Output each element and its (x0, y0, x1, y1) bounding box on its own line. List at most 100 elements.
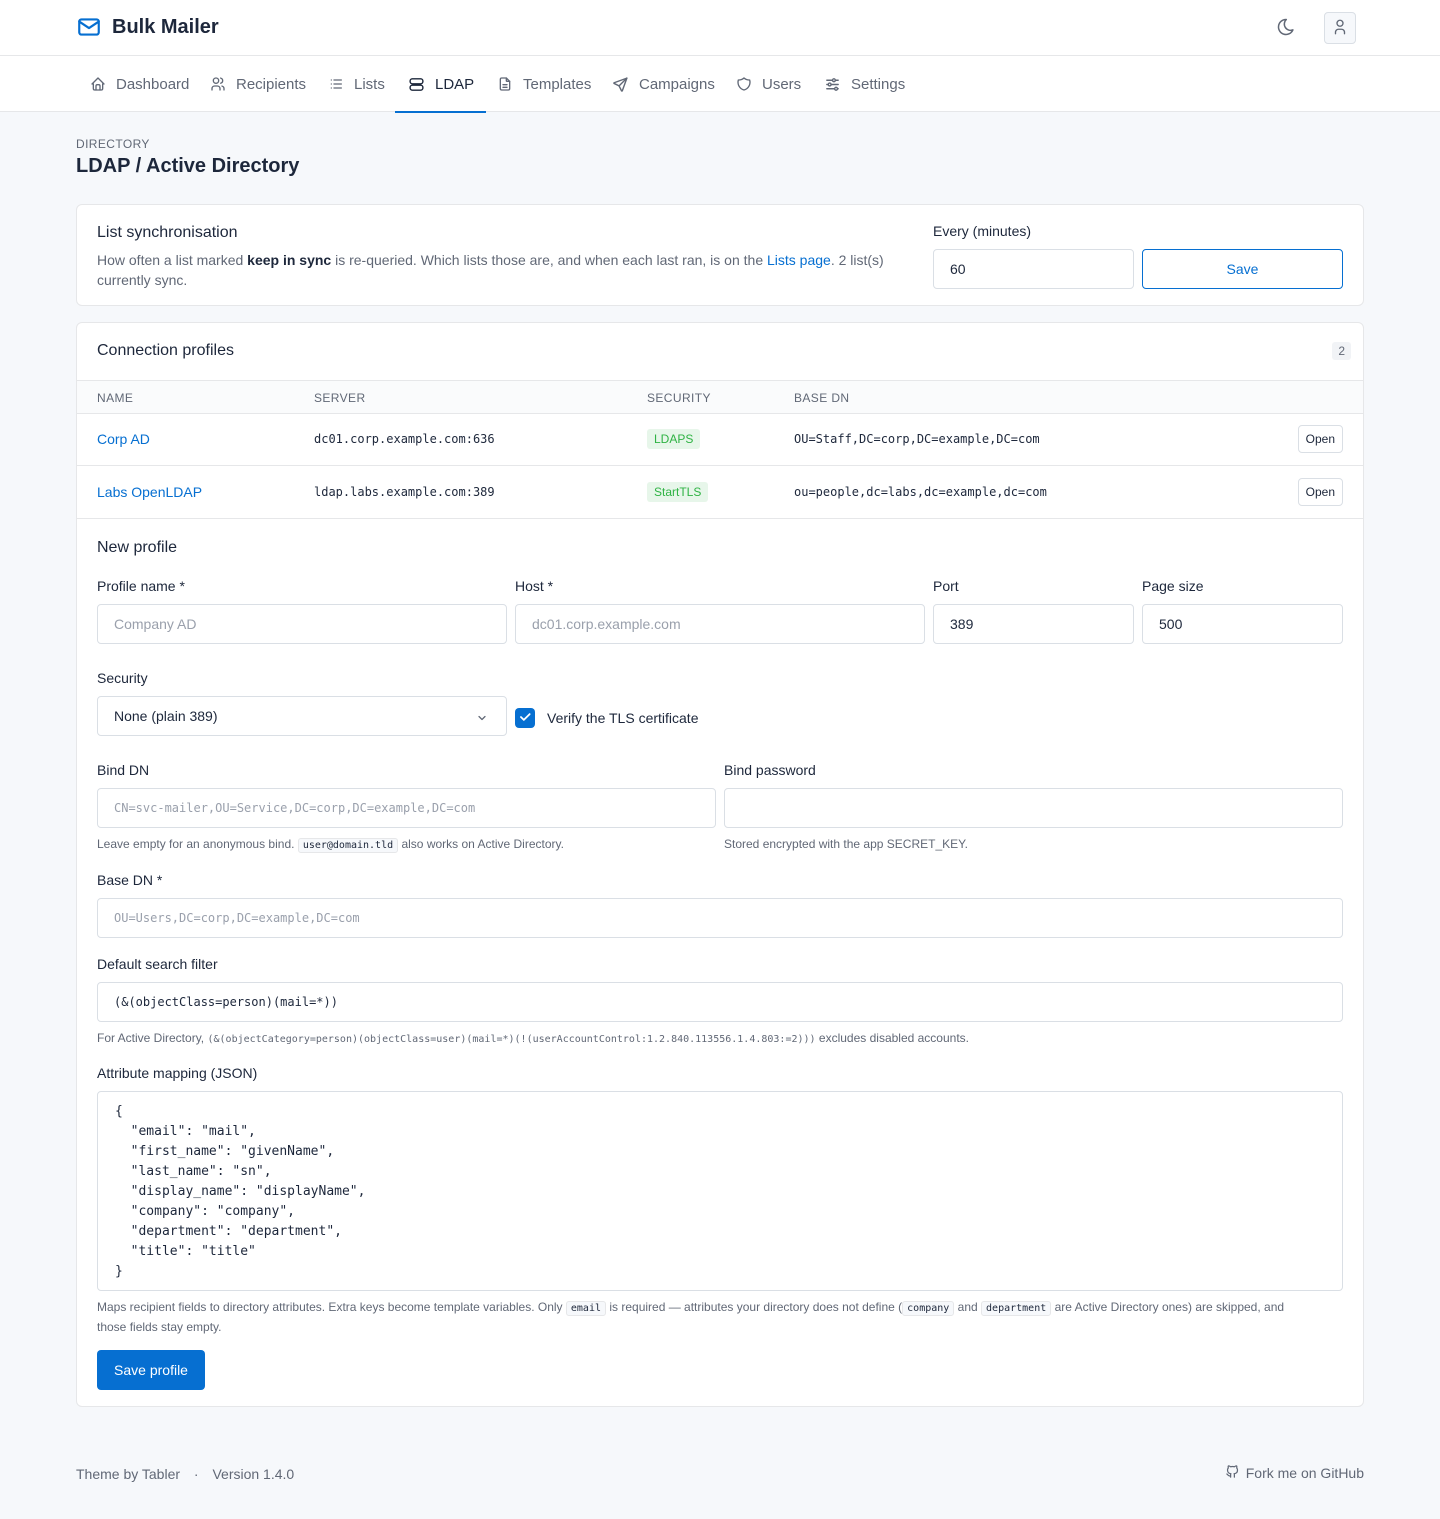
sync-desc-bold: keep in sync (247, 252, 332, 268)
page-title: LDAP / Active Directory (76, 155, 300, 177)
security-badge: LDAPS (647, 429, 701, 449)
list-icon (328, 76, 344, 92)
file-icon (497, 76, 513, 92)
nav-label: Dashboard (116, 75, 190, 93)
nav-users[interactable]: Users (736, 56, 801, 112)
profile-server: dc01.corp.example.com:636 (314, 432, 495, 446)
bind-dn-label: Bind DN (97, 762, 150, 778)
sync-desc-text: How often a list marked (97, 252, 248, 268)
nav-label: Templates (523, 75, 592, 93)
host-input[interactable]: dc01.corp.example.com (515, 604, 925, 644)
interval-input[interactable]: 60 (933, 249, 1134, 289)
save-interval-button[interactable]: Save (1142, 249, 1343, 289)
profile-base-dn: ou=people,dc=labs,dc=example,dc=com (794, 485, 1047, 499)
user-menu-button[interactable] (1324, 12, 1356, 44)
port-input[interactable]: 389 (933, 604, 1134, 644)
column-header: SECURITY (647, 391, 711, 405)
nav-recipients[interactable]: Recipients (210, 56, 306, 112)
bind-password-hint: Stored encrypted with the app SECRET_KEY… (724, 837, 968, 851)
hint-code: user@domain.tld (297, 838, 399, 853)
shield-icon (736, 76, 752, 92)
footer-left: Theme by Tabler · Version 1.4.0 (76, 1466, 294, 1482)
sync-desc-text: currently sync. (97, 272, 188, 288)
user-icon (1331, 18, 1349, 39)
sync-description: How often a list marked keep in sync is … (97, 250, 897, 290)
security-selected-value: None (plain 389) (114, 708, 218, 724)
table-row: Corp AD dc01.corp.example.com:636 LDAPS … (77, 413, 1363, 466)
port-label: Port (933, 578, 959, 594)
hint-text: Leave empty for an anonymous bind. (97, 837, 295, 851)
profile-base-dn: OU=Staff,DC=corp,DC=example,DC=com (794, 432, 1040, 446)
bind-password-input[interactable] (724, 788, 1343, 828)
github-link[interactable]: Fork me on GitHub (1225, 1464, 1364, 1482)
hint-text: also works on Active Directory. (401, 837, 564, 851)
footer-separator: · (193, 1466, 199, 1482)
sync-desc-text: is re-queried. Which lists those are, an… (331, 252, 767, 268)
nav-lists[interactable]: Lists (328, 56, 385, 112)
bind-dn-input[interactable]: CN=svc-mailer,OU=Service,DC=corp,DC=exam… (97, 788, 716, 828)
new-profile-title: New profile (97, 539, 178, 556)
interval-label: Every (minutes) (933, 223, 1032, 239)
hint-text: those fields stay empty. (97, 1320, 222, 1334)
nav-label: Recipients (236, 75, 307, 93)
sliders-icon (824, 76, 841, 93)
open-profile-button[interactable]: Open (1297, 425, 1343, 453)
profile-name-link[interactable]: Labs OpenLDAP (97, 466, 202, 518)
hint-text: excludes disabled accounts. (818, 1031, 969, 1045)
hint-text: and (957, 1300, 978, 1314)
nav-label: Lists (354, 75, 385, 93)
profile-name-input[interactable]: Company AD (97, 604, 507, 644)
search-filter-hint: For Active Directory, (&(objectCategory=… (97, 1029, 969, 1049)
page-size-label: Page size (1142, 578, 1204, 594)
brand[interactable]: Bulk Mailer (76, 14, 219, 40)
users-icon (210, 76, 226, 92)
profiles-table-header: NAME SERVER SECURITY BASE DN (77, 380, 1363, 414)
base-dn-input[interactable]: OU=Users,DC=corp,DC=example,DC=com (97, 898, 1343, 938)
hint-text: Maps recipient fields to directory attri… (97, 1300, 563, 1314)
open-profile-button[interactable]: Open (1297, 478, 1343, 506)
nav-templates[interactable]: Templates (497, 56, 591, 112)
nav-label: Users (762, 75, 802, 93)
profiles-card: Connection profiles 2 NAME SERVER SECURI… (76, 322, 1364, 1407)
profile-name-link[interactable]: Corp AD (97, 413, 150, 465)
column-header: BASE DN (794, 391, 850, 405)
page-size-input[interactable]: 500 (1142, 604, 1343, 644)
main-nav: Dashboard Recipients Lists LDAP Template… (0, 56, 1440, 113)
nav-settings[interactable]: Settings (824, 56, 905, 112)
hint-code: department (981, 1301, 1052, 1316)
base-dn-label: Base DN * (97, 872, 163, 888)
dark-mode-toggle[interactable] (1270, 12, 1302, 44)
security-select[interactable]: None (plain 389) (97, 696, 507, 736)
profile-name-label: Profile name * (97, 578, 185, 594)
hint-code: email (565, 1301, 606, 1316)
mapping-textarea[interactable]: { "email": "mail", "first_name": "givenN… (97, 1091, 1343, 1291)
search-filter-input[interactable]: (&(objectClass=person)(mail=*)) (97, 982, 1343, 1022)
github-icon (1225, 1464, 1240, 1482)
profiles-title: Connection profiles (97, 342, 234, 359)
sync-title: List synchronisation (97, 224, 238, 241)
security-badge: StartTLS (647, 482, 709, 502)
security-label: Security (97, 670, 148, 686)
hint-code: (&(objectCategory=person)(objectClass=us… (207, 1034, 816, 1045)
theme-credit-link[interactable]: Theme by Tabler (76, 1466, 180, 1482)
profiles-count-badge: 2 (1332, 342, 1351, 360)
column-header: SERVER (314, 391, 366, 405)
mapping-hint: Maps recipient fields to directory attri… (97, 1298, 1337, 1336)
host-label: Host * (515, 578, 554, 594)
hint-text: For Active Directory, (97, 1031, 205, 1045)
nav-campaigns[interactable]: Campaigns (612, 56, 715, 112)
bind-password-label: Bind password (724, 762, 816, 778)
lists-page-link[interactable]: Lists page (767, 252, 831, 268)
mail-icon (76, 14, 102, 40)
nav-label: Settings (851, 75, 906, 93)
sync-desc-text: . 2 list(s) (830, 252, 884, 268)
mapping-label: Attribute mapping (JSON) (97, 1065, 258, 1081)
nav-dashboard[interactable]: Dashboard (90, 56, 189, 112)
verify-tls-checkbox[interactable] (515, 708, 535, 728)
nav-ldap[interactable]: LDAP (394, 56, 487, 113)
nav-label: Campaigns (639, 75, 715, 93)
profile-server: ldap.labs.example.com:389 (314, 485, 495, 499)
save-profile-button[interactable]: Save profile (97, 1350, 205, 1390)
verify-tls-label: Verify the TLS certificate (547, 710, 699, 726)
version-text: Version 1.4.0 (212, 1466, 295, 1482)
